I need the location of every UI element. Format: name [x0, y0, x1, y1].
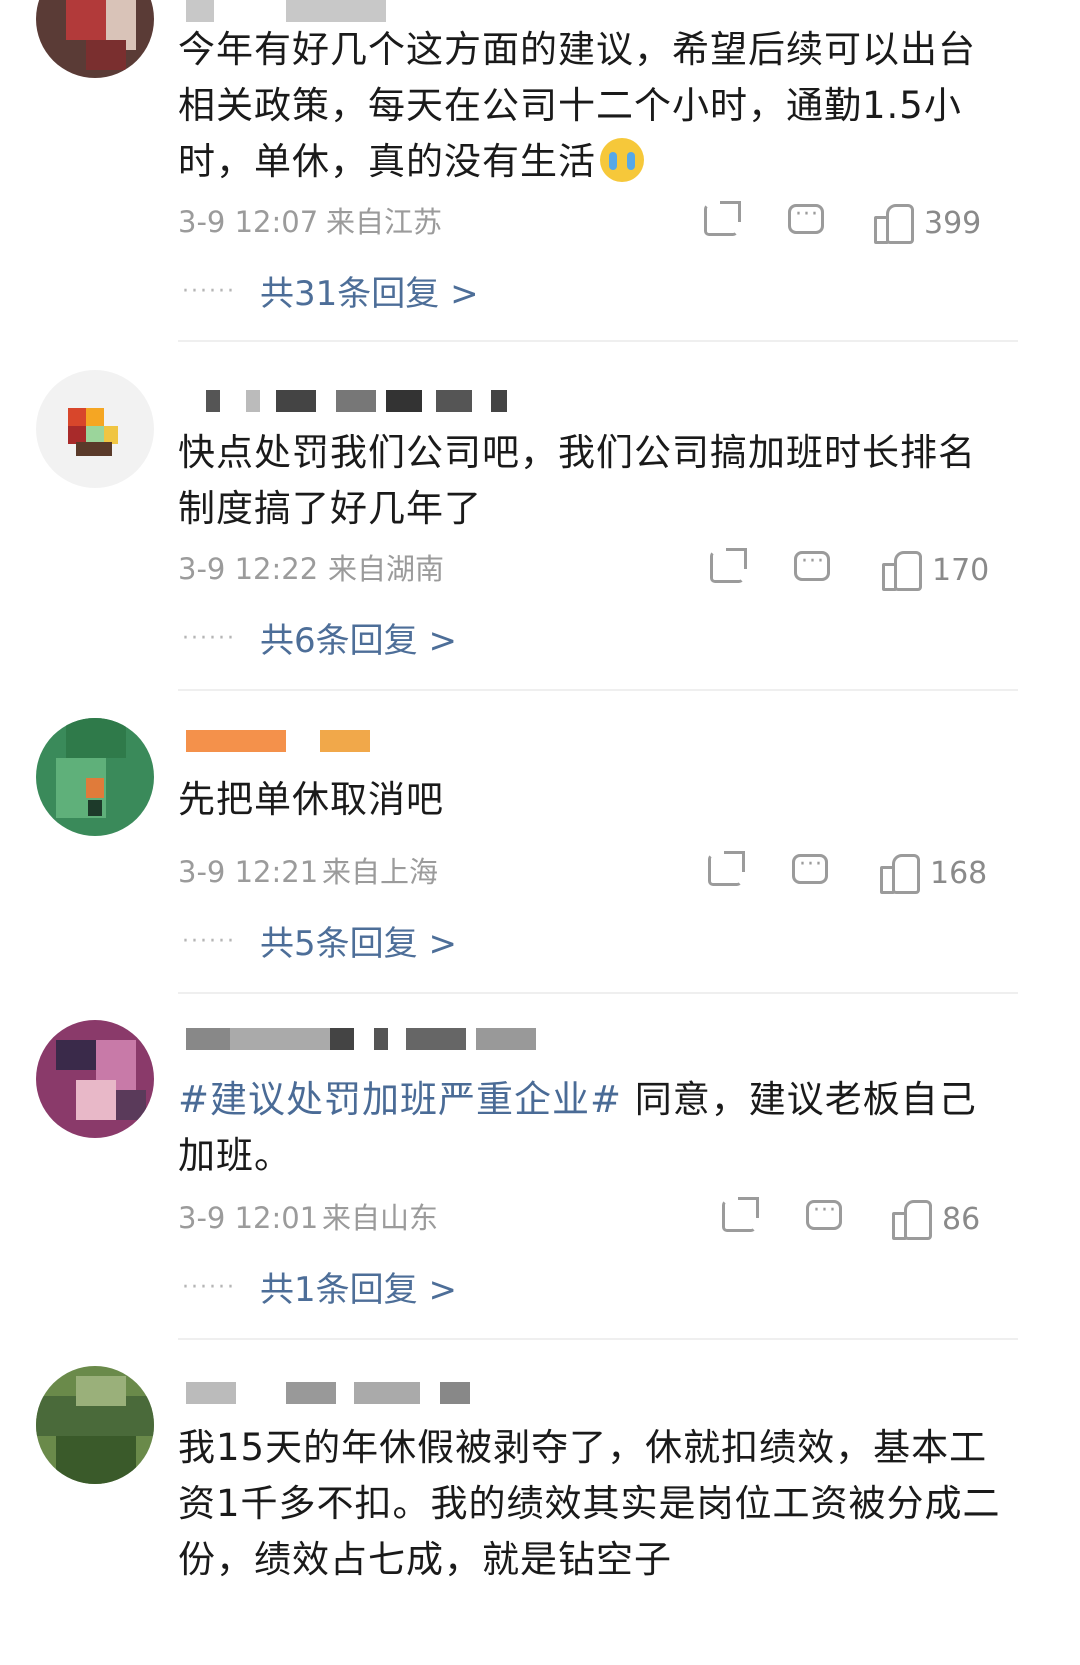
avatar[interactable]	[36, 0, 154, 78]
avatar[interactable]	[36, 718, 154, 836]
username-blurred[interactable]	[186, 390, 566, 416]
comment-button[interactable]	[792, 845, 832, 890]
share-button[interactable]	[722, 1197, 762, 1236]
share-icon	[722, 1197, 759, 1232]
username-blurred[interactable]	[186, 1382, 566, 1408]
comment-text: 先把单休取消吧	[178, 778, 444, 821]
share-button[interactable]	[704, 201, 744, 240]
dots-icon: ······	[182, 626, 236, 651]
comment-icon	[788, 195, 824, 235]
like-count: 168	[930, 856, 988, 891]
comment-text: 今年有好几个这方面的建议，希望后续可以出台相关政策，每天在公司十二个小时，通勤1…	[178, 28, 976, 183]
dots-icon: ······	[182, 1275, 236, 1300]
like-button[interactable]: 86	[892, 1200, 992, 1240]
like-button[interactable]: 168	[880, 854, 990, 894]
comment-text: 我15天的年休假被剥夺了，休就扣绩效，基本工资1千多不扣。我的绩效其实是岗位工资…	[178, 1426, 1001, 1581]
comment-button[interactable]	[806, 1191, 846, 1236]
hashtag-link[interactable]: #建议处罚加班严重企业#	[178, 1078, 622, 1121]
comment-item: #建议处罚加班严重企业# 同意，建议老板自己加班。 3-9 12:01 来自山东…	[0, 1012, 1080, 1342]
comment-icon	[792, 845, 828, 885]
comment-meta: 3-9 12:21 来自上海 168	[178, 845, 1018, 894]
replies-count: 共6条回复 >	[260, 621, 457, 661]
share-button[interactable]	[710, 548, 750, 587]
comment-item: 先把单休取消吧 3-9 12:21 来自上海 168 ······ 共5条回复 …	[0, 712, 1080, 994]
thumbs-up-icon	[892, 1200, 932, 1240]
avatar[interactable]	[36, 1020, 154, 1138]
username-blurred[interactable]	[186, 1028, 566, 1054]
comment-text: 快点处罚我们公司吧，我们公司搞加班时长排名制度搞了好几年了	[178, 431, 976, 530]
like-count: 86	[942, 1202, 981, 1237]
like-button[interactable]: 399	[874, 204, 984, 244]
share-icon	[704, 201, 741, 236]
like-count: 170	[932, 553, 990, 588]
comment-meta: 3-9 12:22 来自湖南 170	[178, 542, 1018, 591]
like-button[interactable]: 170	[882, 551, 992, 591]
location: 来自山东	[322, 1201, 439, 1235]
share-button[interactable]	[708, 851, 748, 890]
divider	[178, 340, 1018, 342]
thumbs-up-icon	[880, 854, 920, 894]
timestamp: 3-9 12:21	[178, 855, 319, 889]
avatar[interactable]	[36, 1366, 154, 1484]
thumbs-up-icon	[882, 551, 922, 591]
replies-count: 共1条回复 >	[260, 1270, 457, 1310]
comment-icon	[806, 1191, 842, 1231]
dots-icon: ······	[182, 279, 236, 304]
divider	[178, 689, 1018, 691]
thumbs-up-icon	[874, 204, 914, 244]
comment-button[interactable]	[794, 542, 834, 587]
comment-meta: 3-9 12:01 来自山东 86	[178, 1191, 1018, 1240]
comment-item: 今年有好几个这方面的建议，希望后续可以出台相关政策，每天在公司十二个小时，通勤1…	[0, 0, 1080, 342]
location: 来自湖南	[328, 552, 445, 586]
share-icon	[708, 851, 745, 886]
timestamp: 3-9 12:01	[178, 1201, 319, 1235]
timestamp: 3-9 12:07	[178, 205, 319, 239]
share-icon	[710, 548, 747, 583]
replies-count: 共31条回复 >	[260, 274, 479, 314]
replies-count: 共5条回复 >	[260, 924, 457, 964]
comment-item: 快点处罚我们公司吧，我们公司搞加班时长排名制度搞了好几年了 3-9 12:22 …	[0, 365, 1080, 695]
comment-icon	[794, 542, 830, 582]
like-count: 399	[924, 206, 982, 241]
location: 来自江苏	[326, 205, 443, 239]
dots-icon: ······	[182, 929, 236, 954]
avatar[interactable]	[36, 370, 154, 488]
comment-meta: 3-9 12:07 来自江苏 399	[178, 195, 1018, 244]
divider	[178, 1338, 1018, 1340]
comment-item: 我15天的年休假被剥夺了，休就扣绩效，基本工资1千多不扣。我的绩效其实是岗位工资…	[0, 1362, 1080, 1665]
comment-button[interactable]	[788, 195, 828, 240]
comment-feed: 今年有好几个这方面的建议，希望后续可以出台相关政策，每天在公司十二个小时，通勤1…	[0, 0, 1080, 1665]
timestamp: 3-9 12:22	[178, 552, 319, 586]
username-blurred[interactable]	[186, 730, 566, 756]
location: 来自上海	[322, 855, 439, 889]
crying-face-emoji-icon	[600, 138, 644, 182]
comment-text: #建议处罚加班严重企业# 同意，建议老板自己加班。	[178, 1078, 977, 1177]
divider	[178, 992, 1018, 994]
